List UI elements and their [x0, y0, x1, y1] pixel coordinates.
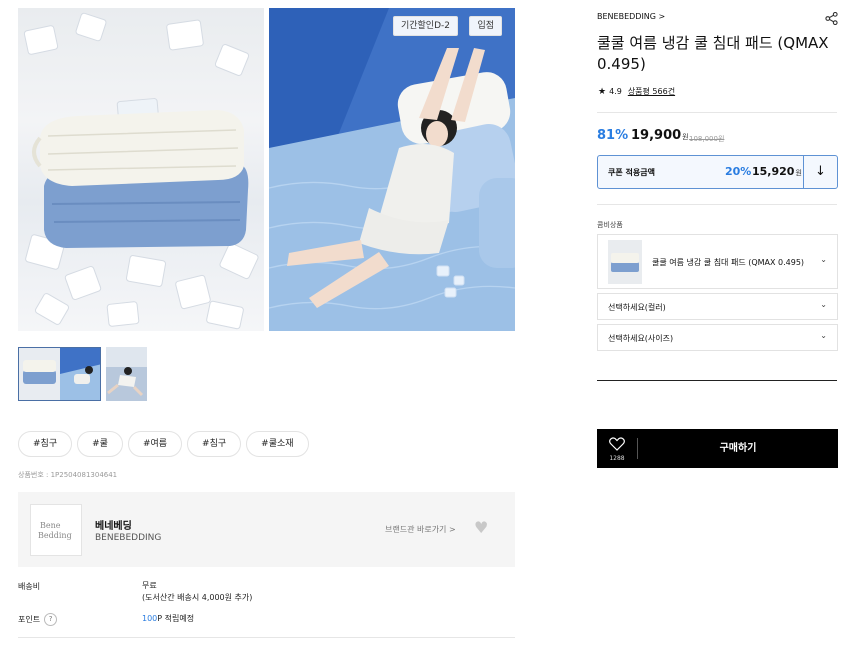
star-icon: ★ — [598, 87, 607, 97]
coupon-price: 15,920원 — [752, 165, 802, 178]
product-number: 상품번호 : 1P2504081304641 — [18, 471, 118, 479]
points-amount: 100 — [142, 614, 158, 623]
review-link[interactable]: 상품평 566건 — [628, 87, 675, 96]
wish-button[interactable] — [597, 429, 637, 468]
thumbnail-1[interactable] — [18, 347, 101, 401]
brand-shop-link[interactable]: 브랜드관 바로가기 > — [385, 524, 456, 535]
original-price: 108,000원 — [689, 135, 725, 143]
brand-link[interactable]: BENEBEDDING > — [597, 12, 665, 21]
shipping-fee: 무료 — [142, 581, 157, 590]
tag-list: #침구 #쿨 #여름 #침구 #쿨소재 — [18, 431, 309, 457]
tag-item[interactable]: #침구 — [187, 431, 242, 457]
product-image-main-1[interactable] — [18, 8, 264, 331]
svg-text:Bene: Bene — [40, 521, 61, 530]
color-select-label: 선택하세요(컬러) — [608, 303, 666, 312]
combo-label: 콤비상품 — [597, 221, 623, 229]
brand-box: Bene Bedding 베네베딩 BENEBEDDING 브랜드관 바로가기 … — [18, 492, 515, 567]
chevron-down-icon: ⌄ — [820, 255, 827, 264]
product-image-main-2[interactable]: 기간할인D-2 입점 — [269, 8, 515, 331]
coupon-price-value: 15,920 — [752, 165, 795, 178]
divider — [597, 204, 837, 205]
brand-name-en: BENEBEDDING — [95, 533, 162, 543]
sale-price: 19,900원 — [631, 128, 689, 143]
size-select-label: 선택하세요(사이즈) — [608, 334, 674, 343]
points-row: 포인트? — [18, 613, 58, 626]
thumbnail-2[interactable] — [106, 347, 147, 401]
combo-product-select[interactable]: 쿨쿨 여름 냉감 쿨 침대 패드 (QMAX 0.495) ⌄ — [597, 234, 838, 289]
divider — [597, 380, 837, 381]
divider — [18, 637, 515, 638]
tag-item[interactable]: #여름 — [127, 431, 183, 457]
points-suffix: P 적립예정 — [157, 614, 195, 623]
coupon-box[interactable]: 쿠폰 적용금액 20% 15,920원 ↓ — [597, 155, 838, 189]
coupon-percent: 20% — [725, 165, 752, 178]
color-select[interactable]: 선택하세요(컬러) ⌄ — [597, 293, 838, 320]
brand-name: 베네베딩 — [95, 521, 132, 532]
tag-item[interactable]: #쿨 — [77, 431, 123, 457]
status-badge: 입점 — [469, 16, 502, 36]
wish-count: 1288 — [609, 455, 625, 462]
size-select[interactable]: 선택하세요(사이즈) ⌄ — [597, 324, 838, 351]
help-icon[interactable]: ? — [44, 613, 58, 626]
chevron-down-icon: ⌄ — [820, 300, 827, 309]
purchase-bar: 1288 구매하기 — [597, 429, 838, 468]
tag-item[interactable]: #쿨소재 — [246, 431, 309, 457]
sale-price-value: 19,900 — [631, 128, 682, 143]
shipping-note: (도서산간 배송시 4,000원 추가) — [142, 593, 253, 602]
points-label: 포인트 — [18, 615, 41, 624]
coupon-label: 쿠폰 적용금액 — [608, 168, 655, 177]
buy-button[interactable]: 구매하기 — [638, 429, 838, 468]
product-title: 쿨쿨 여름 냉감 쿨 침대 패드 (QMAX 0.495) — [597, 34, 829, 73]
heart-icon — [609, 437, 625, 451]
currency: 원 — [682, 133, 689, 141]
shipping-label: 배송비 — [18, 582, 41, 591]
brand-logo[interactable]: Bene Bedding — [30, 504, 82, 556]
combo-product-thumbnail — [608, 240, 642, 284]
currency: 원 — [795, 169, 802, 177]
share-icon[interactable] — [825, 10, 838, 29]
heart-icon[interactable]: ♥ — [474, 520, 488, 536]
divider — [597, 112, 837, 113]
shipping-value: 무료 (도서산간 배송시 4,000원 추가) — [142, 580, 252, 604]
download-icon[interactable]: ↓ — [803, 156, 837, 188]
svg-text:Bedding: Bedding — [38, 531, 72, 540]
chevron-down-icon: ⌄ — [820, 331, 827, 340]
rating-row: ★ 4.9 상품평 566건 — [598, 86, 675, 97]
tag-item[interactable]: #침구 — [18, 431, 73, 457]
rating-score: 4.9 — [609, 87, 622, 96]
combo-product-name: 쿨쿨 여름 냉감 쿨 침대 패드 (QMAX 0.495) — [652, 258, 805, 267]
event-badge: 기간할인D-2 — [392, 16, 458, 36]
discount-rate: 81% — [597, 128, 629, 143]
points-value: 100P 적립예정 — [142, 613, 194, 625]
